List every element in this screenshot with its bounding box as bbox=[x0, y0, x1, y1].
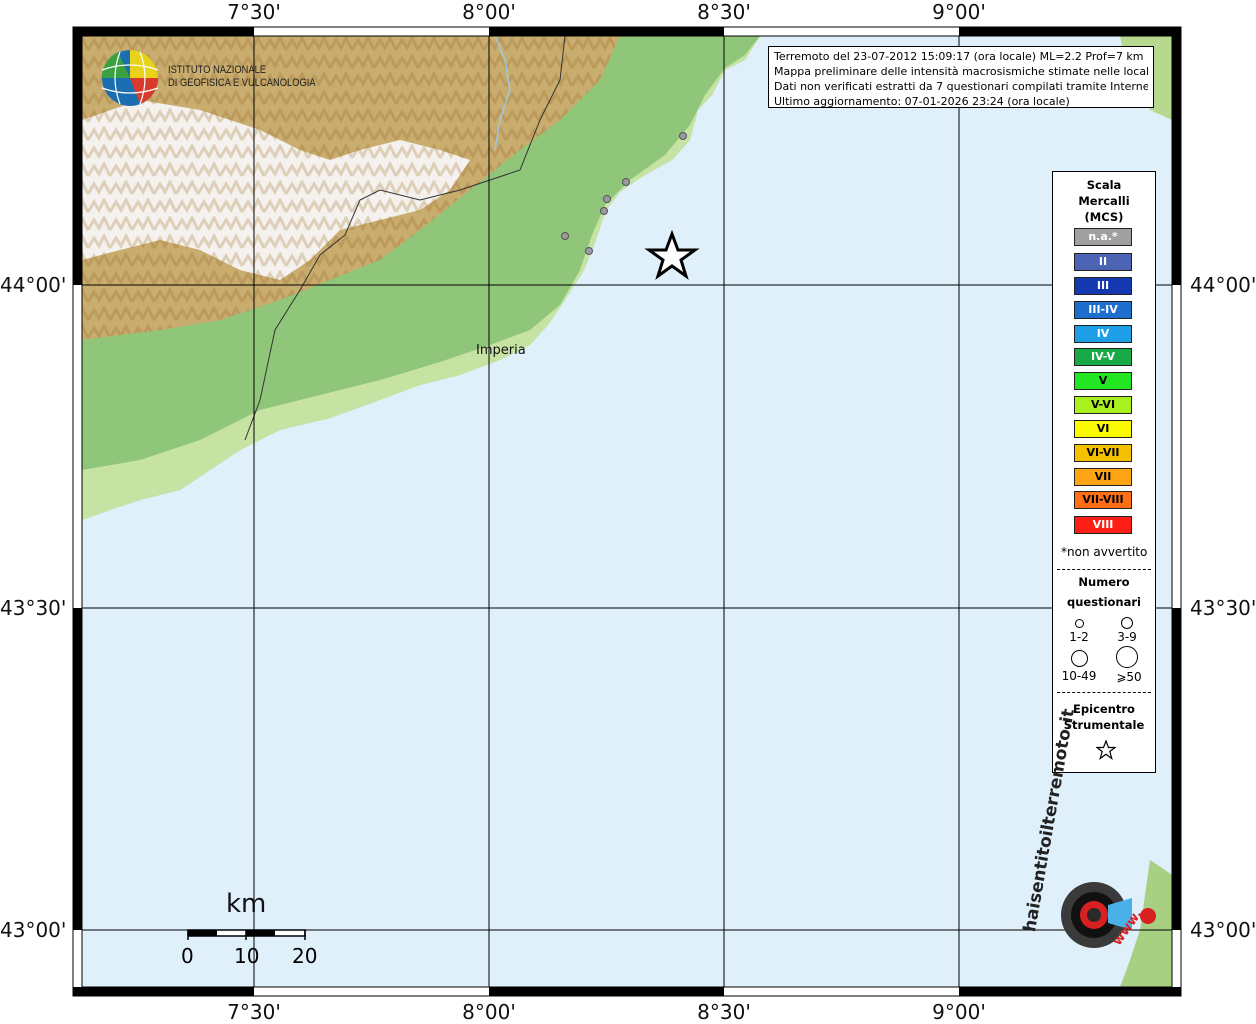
legend-level-box: III bbox=[1074, 277, 1132, 295]
locality-marker bbox=[561, 232, 569, 240]
lon-label-top-3: 8°30' bbox=[697, 0, 751, 24]
event-info-line3: Dati non verificati estratti da 7 questi… bbox=[774, 80, 1148, 93]
legend-level-box: n.a.* bbox=[1074, 228, 1132, 246]
lon-label-top-2: 8°00' bbox=[462, 0, 516, 24]
event-info-line1: Terremoto del 23-07-2012 15:09:17 (ora l… bbox=[774, 50, 1144, 63]
locality-marker bbox=[679, 132, 687, 140]
scale-unit-label: km bbox=[226, 889, 267, 919]
count-circle-large-icon bbox=[1071, 650, 1088, 667]
lon-label-bottom-1: 7°30' bbox=[227, 1000, 281, 1024]
locality-marker bbox=[600, 207, 608, 215]
legend-level-box: V-VI bbox=[1074, 396, 1132, 414]
lon-label-bottom-2: 8°00' bbox=[462, 1000, 516, 1024]
legend-level-box: VII-VIII bbox=[1074, 491, 1132, 509]
legend-title-1: Scala bbox=[1086, 178, 1122, 192]
legend-level-box: V bbox=[1074, 372, 1132, 390]
legend-level-box: VIII bbox=[1074, 516, 1132, 534]
lon-label-top-4: 9°00' bbox=[932, 0, 986, 24]
legend-divider bbox=[1057, 569, 1151, 570]
lat-label-right-3: 43°00' bbox=[1190, 918, 1256, 942]
legend-level-box: VII bbox=[1074, 468, 1132, 486]
lon-label-top-1: 7°30' bbox=[227, 0, 281, 24]
lat-label-right-2: 43°30' bbox=[1190, 596, 1256, 620]
ingv-globe-icon bbox=[101, 50, 159, 106]
intensity-legend: Scala Mercalli (MCS) n.a.* II III III-IV IV I… bbox=[1052, 171, 1156, 773]
legend-count-title-2: questionari bbox=[1067, 595, 1141, 609]
count-circle-medium-icon bbox=[1121, 617, 1133, 629]
legend-level-box: IV-V bbox=[1074, 348, 1132, 366]
scale-tick-10: 10 bbox=[234, 944, 260, 968]
legend-title-2: Mercalli bbox=[1078, 194, 1130, 208]
legend-divider-2 bbox=[1057, 692, 1151, 693]
ingv-logo-text: ISTITUTO NAZIONALE DI GEOFISICA E VULCAN… bbox=[168, 64, 316, 90]
locality-marker bbox=[622, 178, 630, 186]
count-circle-xlarge-icon bbox=[1116, 646, 1138, 668]
event-info-line4: Ultimo aggiornamento: 07-01-2026 23:24 (… bbox=[774, 95, 1070, 108]
scale-tick-0: 0 bbox=[181, 944, 194, 968]
event-info-box: Terremoto del 23-07-2012 15:09:17 (ora l… bbox=[768, 46, 1154, 108]
lat-label-right-1: 44°00' bbox=[1190, 273, 1256, 297]
lat-label-left-3: 43°00' bbox=[0, 918, 67, 942]
count-circle-small-icon bbox=[1075, 619, 1084, 628]
legend-level-box: VI-VII bbox=[1074, 444, 1132, 462]
scale-tick-20: 20 bbox=[292, 944, 318, 968]
count-label-2: 3-9 bbox=[1117, 630, 1137, 644]
legend-level-box: II bbox=[1074, 253, 1132, 271]
place-label-imperia: Imperia bbox=[476, 343, 526, 358]
event-info-line2: Mappa preliminare delle intensità macros… bbox=[774, 65, 1148, 78]
count-label-1: 1-2 bbox=[1069, 630, 1089, 644]
legend-count-title-1: Numero bbox=[1078, 575, 1130, 589]
lon-label-bottom-3: 8°30' bbox=[697, 1000, 751, 1024]
legend-star-icon bbox=[1096, 740, 1116, 760]
count-label-4: ⩾50 bbox=[1116, 670, 1142, 684]
legend-level-box: III-IV bbox=[1074, 301, 1132, 319]
count-label-3: 10-49 bbox=[1061, 669, 1097, 683]
legend-level-box: IV bbox=[1074, 325, 1132, 343]
ingv-logo-line2: DI GEOFISICA E VULCANOLOGIA bbox=[168, 77, 316, 89]
legend-title-3: (MCS) bbox=[1084, 210, 1124, 224]
lon-label-bottom-4: 9°00' bbox=[932, 1000, 986, 1024]
locality-marker bbox=[585, 247, 593, 255]
legend-level-box: VI bbox=[1074, 420, 1132, 438]
ingv-logo-line1: ISTITUTO NAZIONALE bbox=[168, 64, 267, 76]
locality-marker bbox=[603, 195, 611, 203]
legend-not-felt-note: *non avvertito bbox=[1061, 545, 1148, 559]
lat-label-left-2: 43°30' bbox=[0, 596, 67, 620]
lat-label-left-1: 44°00' bbox=[0, 273, 67, 297]
